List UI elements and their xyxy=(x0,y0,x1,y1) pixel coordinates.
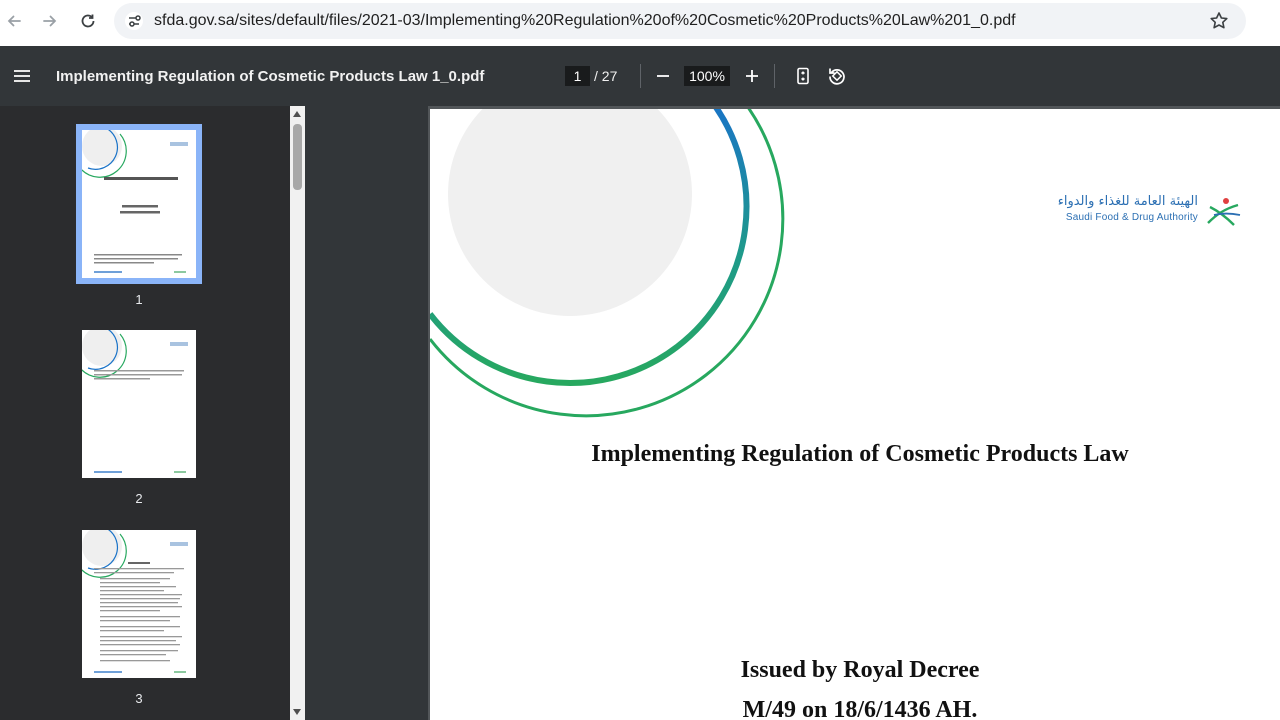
page-thumbnail-3[interactable] xyxy=(82,530,196,678)
pdf-page-1: الهيئة العامة للغذاء والدواء Saudi Food … xyxy=(430,109,1280,720)
fit-page-icon xyxy=(797,67,809,85)
sfda-logo: الهيئة العامة للغذاء والدواء Saudi Food … xyxy=(1056,193,1242,229)
arrow-right-icon xyxy=(43,15,57,27)
pdf-document-title: Implementing Regulation of Cosmetic Prod… xyxy=(591,441,1129,467)
fit-to-page-button[interactable] xyxy=(791,64,815,88)
menu-icon xyxy=(14,70,30,82)
viewer-margin xyxy=(305,106,428,720)
document-title: Implementing Regulation of Cosmetic Prod… xyxy=(56,68,485,85)
toolbar-divider xyxy=(640,64,641,88)
minus-icon xyxy=(657,75,669,77)
arrow-left-icon xyxy=(7,15,21,27)
sidebar-scrollbar[interactable] xyxy=(290,106,305,720)
pdf-toolbar: Implementing Regulation of Cosmetic Prod… xyxy=(0,46,1280,106)
address-bar[interactable]: sfda.gov.sa/sites/default/files/2021-03/… xyxy=(114,3,1246,39)
pdf-viewer[interactable]: الهيئة العامة للغذاء والدواء Saudi Food … xyxy=(305,106,1280,720)
thumbnail-page-number: 3 xyxy=(135,691,143,706)
logo-english-text: Saudi Food & Drug Authority xyxy=(1065,212,1198,223)
scroll-up-icon[interactable] xyxy=(293,111,301,117)
back-button[interactable] xyxy=(0,9,28,33)
scroll-down-icon[interactable] xyxy=(293,709,301,715)
thumbnail-preview xyxy=(82,330,188,473)
thumbnail-page-number: 1 xyxy=(135,292,143,307)
page-thumbnail-2[interactable] xyxy=(82,330,196,478)
zoom-out-button[interactable] xyxy=(651,64,675,88)
scrollbar-thumb[interactable] xyxy=(293,124,302,190)
plus-icon xyxy=(746,70,758,82)
thumbnail-preview xyxy=(82,130,188,273)
forward-button[interactable] xyxy=(36,9,64,33)
page-number-input[interactable]: 1 xyxy=(565,66,590,86)
thumbnail-sidebar: 1 2 3 xyxy=(0,106,290,720)
zoom-in-button[interactable] xyxy=(740,64,764,88)
rotate-icon xyxy=(829,68,845,85)
reload-button[interactable] xyxy=(74,9,102,33)
browser-chrome: sfda.gov.sa/sites/default/files/2021-03/… xyxy=(0,0,1280,46)
sfda-emblem-icon xyxy=(1207,198,1241,226)
page-total: / 27 xyxy=(594,68,618,84)
toolbar-divider xyxy=(774,64,775,88)
page-thumbnail-1[interactable] xyxy=(76,124,202,284)
rotate-button[interactable] xyxy=(825,64,849,88)
zoom-input[interactable]: 100% xyxy=(684,66,730,86)
reload-icon xyxy=(81,14,95,28)
bookmark-star-icon[interactable] xyxy=(1208,10,1230,32)
pdf-decree-line: Issued by Royal Decree xyxy=(740,657,980,683)
thumbnail-preview xyxy=(82,530,188,673)
url-text[interactable]: sfda.gov.sa/sites/default/files/2021-03/… xyxy=(154,12,1016,30)
logo-arabic-text: الهيئة العامة للغذاء والدواء xyxy=(1057,194,1198,209)
sidebar-toggle-button[interactable] xyxy=(12,66,32,86)
site-info-icon[interactable] xyxy=(124,11,144,31)
thumbnail-page-number: 2 xyxy=(135,491,143,506)
pdf-date-line: M/49 on 18/6/1436 AH. xyxy=(742,697,978,720)
